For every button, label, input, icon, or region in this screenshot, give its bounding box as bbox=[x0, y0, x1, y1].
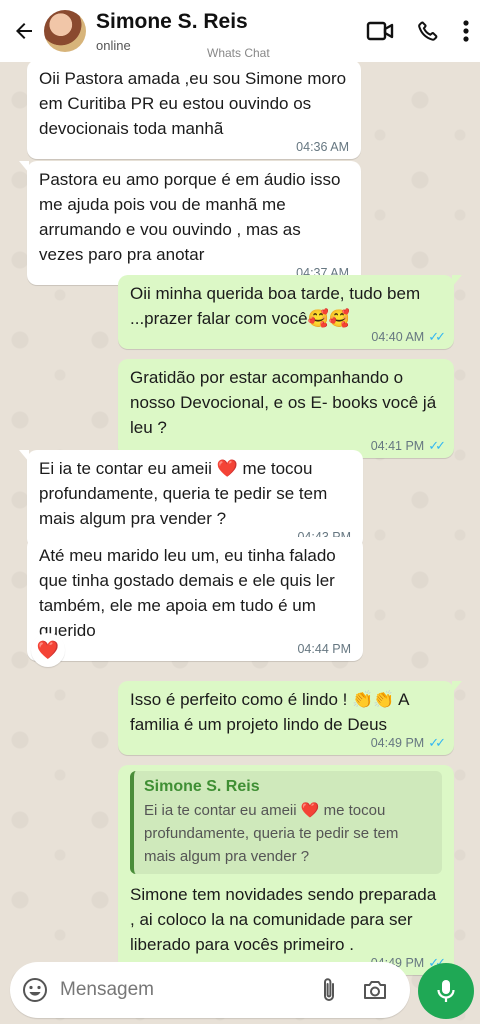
message-incoming[interactable]: Até meu marido leu um, eu tinha falado q… bbox=[27, 537, 363, 661]
message-text: Simone tem novidades sendo preparada , a… bbox=[130, 885, 437, 954]
menu-button[interactable] bbox=[462, 19, 470, 43]
quoted-author: Simone S. Reis bbox=[144, 778, 260, 795]
read-ticks-icon: ✓✓ bbox=[428, 438, 446, 453]
message-input[interactable] bbox=[60, 979, 310, 1001]
contact-name: Simone S. Reis bbox=[96, 9, 248, 33]
message-list[interactable]: Oii Pastora amada ,eu sou Simone moro em… bbox=[0, 60, 480, 975]
message-text: Pastora eu amo porque é em áudio isso me… bbox=[39, 170, 341, 264]
message-meta: 04:40 AM ✓✓ bbox=[130, 329, 446, 345]
read-ticks-icon: ✓✓ bbox=[428, 329, 446, 344]
message-time: 04:41 PM bbox=[370, 439, 425, 453]
message-text: Oii Pastora amada ,eu sou Simone moro em… bbox=[39, 69, 347, 138]
video-camera-icon bbox=[366, 21, 394, 41]
voice-call-button[interactable] bbox=[416, 19, 440, 43]
reaction-badge[interactable]: ❤️ bbox=[31, 633, 65, 667]
voice-record-button[interactable] bbox=[418, 963, 474, 1019]
paperclip-icon bbox=[324, 978, 334, 1001]
message-time: 04:49 PM bbox=[370, 736, 425, 750]
attach-button[interactable] bbox=[318, 976, 340, 1004]
message-incoming[interactable]: Pastora eu amo porque é em áudio isso me… bbox=[19, 161, 361, 285]
message-incoming[interactable]: Oii Pastora amada ,eu sou Simone moro em… bbox=[27, 60, 361, 159]
more-vertical-icon bbox=[463, 20, 469, 42]
heart-icon: ❤️ bbox=[36, 639, 60, 660]
emoji-button[interactable] bbox=[22, 977, 48, 1003]
message-meta: 04:49 PM ✓✓ bbox=[130, 735, 446, 751]
camera-icon bbox=[364, 981, 386, 999]
message-incoming[interactable]: Ei ia te contar eu ameii ❤️ me tocou pro… bbox=[19, 450, 363, 549]
message-text: Isso é perfeito como é lindo ! 👏👏 A fami… bbox=[130, 690, 409, 734]
message-outgoing[interactable]: Oii minha querida boa tarde, tudo bem ..… bbox=[118, 275, 462, 349]
chat-header: Simone S. Reis online Whats Chat bbox=[0, 0, 480, 62]
message-time: 04:36 AM bbox=[296, 140, 349, 154]
message-text: Gratidão por estar acompanhando o nosso … bbox=[130, 368, 437, 437]
message-outgoing-reply[interactable]: Simone S. Reis Ei ia te contar eu ameii … bbox=[118, 765, 454, 975]
message-text: Oii minha querida boa tarde, tudo bem ..… bbox=[130, 284, 421, 328]
arrow-left-icon bbox=[16, 23, 32, 39]
emoji-icon bbox=[23, 978, 47, 1002]
message-time: 04:40 AM bbox=[371, 330, 425, 344]
read-ticks-icon: ✓✓ bbox=[428, 735, 446, 750]
app-label: Whats Chat bbox=[207, 46, 270, 60]
message-text: Ei ia te contar eu ameii ❤️ me tocou pro… bbox=[39, 459, 328, 528]
message-outgoing[interactable]: Gratidão por estar acompanhando o nosso … bbox=[118, 359, 454, 458]
camera-button[interactable] bbox=[362, 978, 388, 1002]
message-text: Até meu marido leu um, eu tinha falado q… bbox=[39, 546, 336, 640]
message-time: 04:44 PM bbox=[297, 642, 351, 656]
quoted-text: Ei ia te contar eu ameii ❤️ me tocou pro… bbox=[144, 802, 399, 865]
message-composer bbox=[10, 962, 410, 1018]
avatar[interactable] bbox=[44, 10, 86, 52]
phone-icon bbox=[418, 21, 438, 41]
quoted-message[interactable]: Simone S. Reis Ei ia te contar eu ameii … bbox=[130, 771, 442, 874]
back-button[interactable] bbox=[4, 0, 44, 62]
video-call-button[interactable] bbox=[366, 19, 394, 43]
microphone-icon bbox=[437, 980, 455, 1002]
message-outgoing[interactable]: Isso é perfeito como é lindo ! 👏👏 A fami… bbox=[118, 681, 462, 755]
